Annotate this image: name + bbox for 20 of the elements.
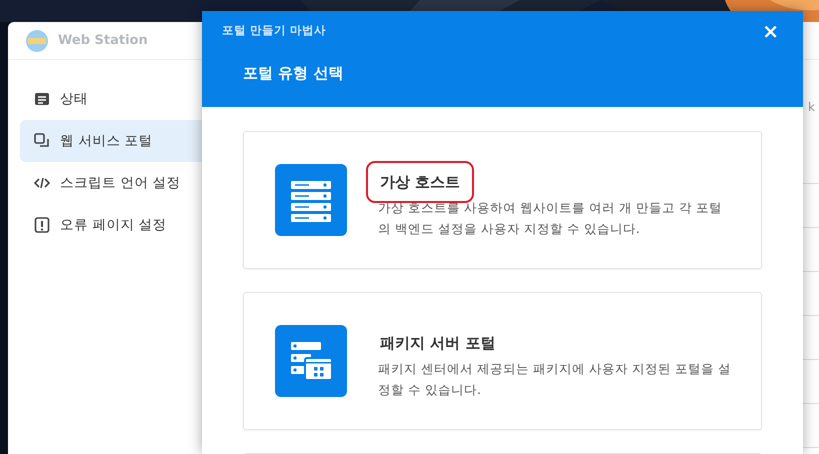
document-icon	[34, 91, 50, 107]
option-title: 패키지 서버 포털	[379, 332, 496, 354]
option-card[interactable]: 가상 호스트 가상 호스트를 사용하여 웹사이트를 여러 개 만들고 각 포털의 백엔드 설정을 사용자 지정할 수 있습니다.	[243, 131, 762, 269]
code-icon	[34, 175, 50, 191]
dialog-title: 포털 만들기 마법사	[222, 22, 326, 40]
sidebar-item[interactable]: 상태	[20, 78, 208, 120]
globe-icon	[26, 30, 48, 52]
step-heading: 포털 유형 선택	[243, 63, 344, 84]
column-header: k	[808, 99, 815, 116]
window-title: Web Station	[58, 32, 148, 50]
sidebar-item[interactable]: 오류 페이지 설정	[20, 204, 208, 246]
option-title: 가상 호스트	[366, 160, 474, 204]
copy-icon	[34, 133, 50, 149]
option-description: 패키지 센터에서 제공되는 패키지에 사용자 지정된 포털을 설정할 수 있습니다.	[378, 360, 732, 400]
server-icon	[275, 164, 347, 236]
server-window-icon	[275, 325, 347, 397]
close-button[interactable]: ×	[758, 21, 783, 41]
sidebar-item[interactable]: 스크립트 언어 설정	[20, 162, 208, 204]
alert-icon	[34, 217, 50, 233]
option-card[interactable]: 패키지 서버 포털 패키지 센터에서 제공되는 패키지에 사용자 지정된 포털을 설정할 수 있습니다.	[243, 292, 762, 430]
